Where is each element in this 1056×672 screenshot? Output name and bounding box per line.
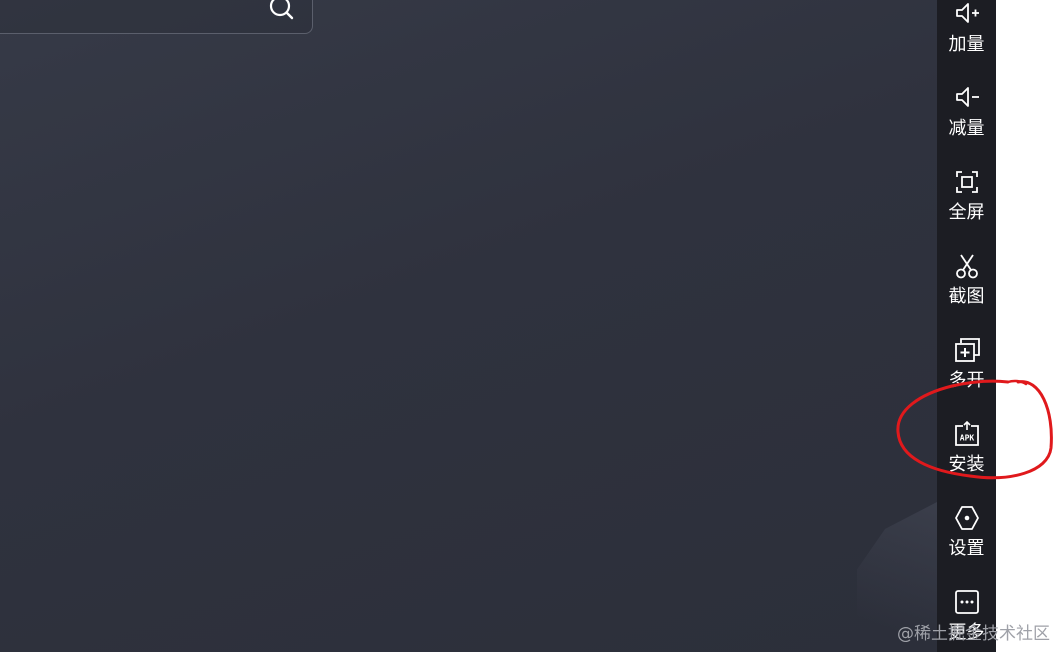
window-edge <box>996 0 1006 652</box>
fullscreen-icon <box>953 168 981 196</box>
settings-label: 设置 <box>949 538 985 560</box>
apk-install-label: 安装 <box>949 454 985 476</box>
emulator-screen[interactable] <box>0 0 937 652</box>
scissors-icon <box>953 252 981 280</box>
settings-button[interactable]: 设置 <box>937 504 996 588</box>
fullscreen-label: 全屏 <box>949 202 985 224</box>
volume-down-label: 减量 <box>949 118 985 140</box>
fullscreen-button[interactable]: 全屏 <box>937 168 996 252</box>
side-toolbar: 加量 减量 全屏 截图 多开 <box>937 0 996 652</box>
watermark: @稀土掘金技术社区 <box>897 619 1050 644</box>
apk-install-icon: APK <box>953 420 981 448</box>
screenshot-button[interactable]: 截图 <box>937 252 996 336</box>
volume-up-button[interactable]: 加量 <box>937 0 996 84</box>
multi-instance-button[interactable]: 多开 <box>937 336 996 420</box>
multi-instance-label: 多开 <box>949 370 985 392</box>
volume-down-button[interactable]: 减量 <box>937 84 996 168</box>
settings-hex-icon <box>953 504 981 532</box>
svg-text:APK: APK <box>959 434 974 443</box>
volume-down-icon <box>953 84 981 112</box>
search-icon[interactable] <box>268 0 296 23</box>
search-box[interactable] <box>0 0 313 34</box>
apk-install-button[interactable]: APK 安装 <box>937 420 996 504</box>
screenshot-label: 截图 <box>949 286 985 308</box>
multi-instance-icon <box>953 336 981 364</box>
more-icon <box>953 588 981 616</box>
volume-up-label: 加量 <box>949 34 985 56</box>
volume-up-icon <box>953 0 981 28</box>
